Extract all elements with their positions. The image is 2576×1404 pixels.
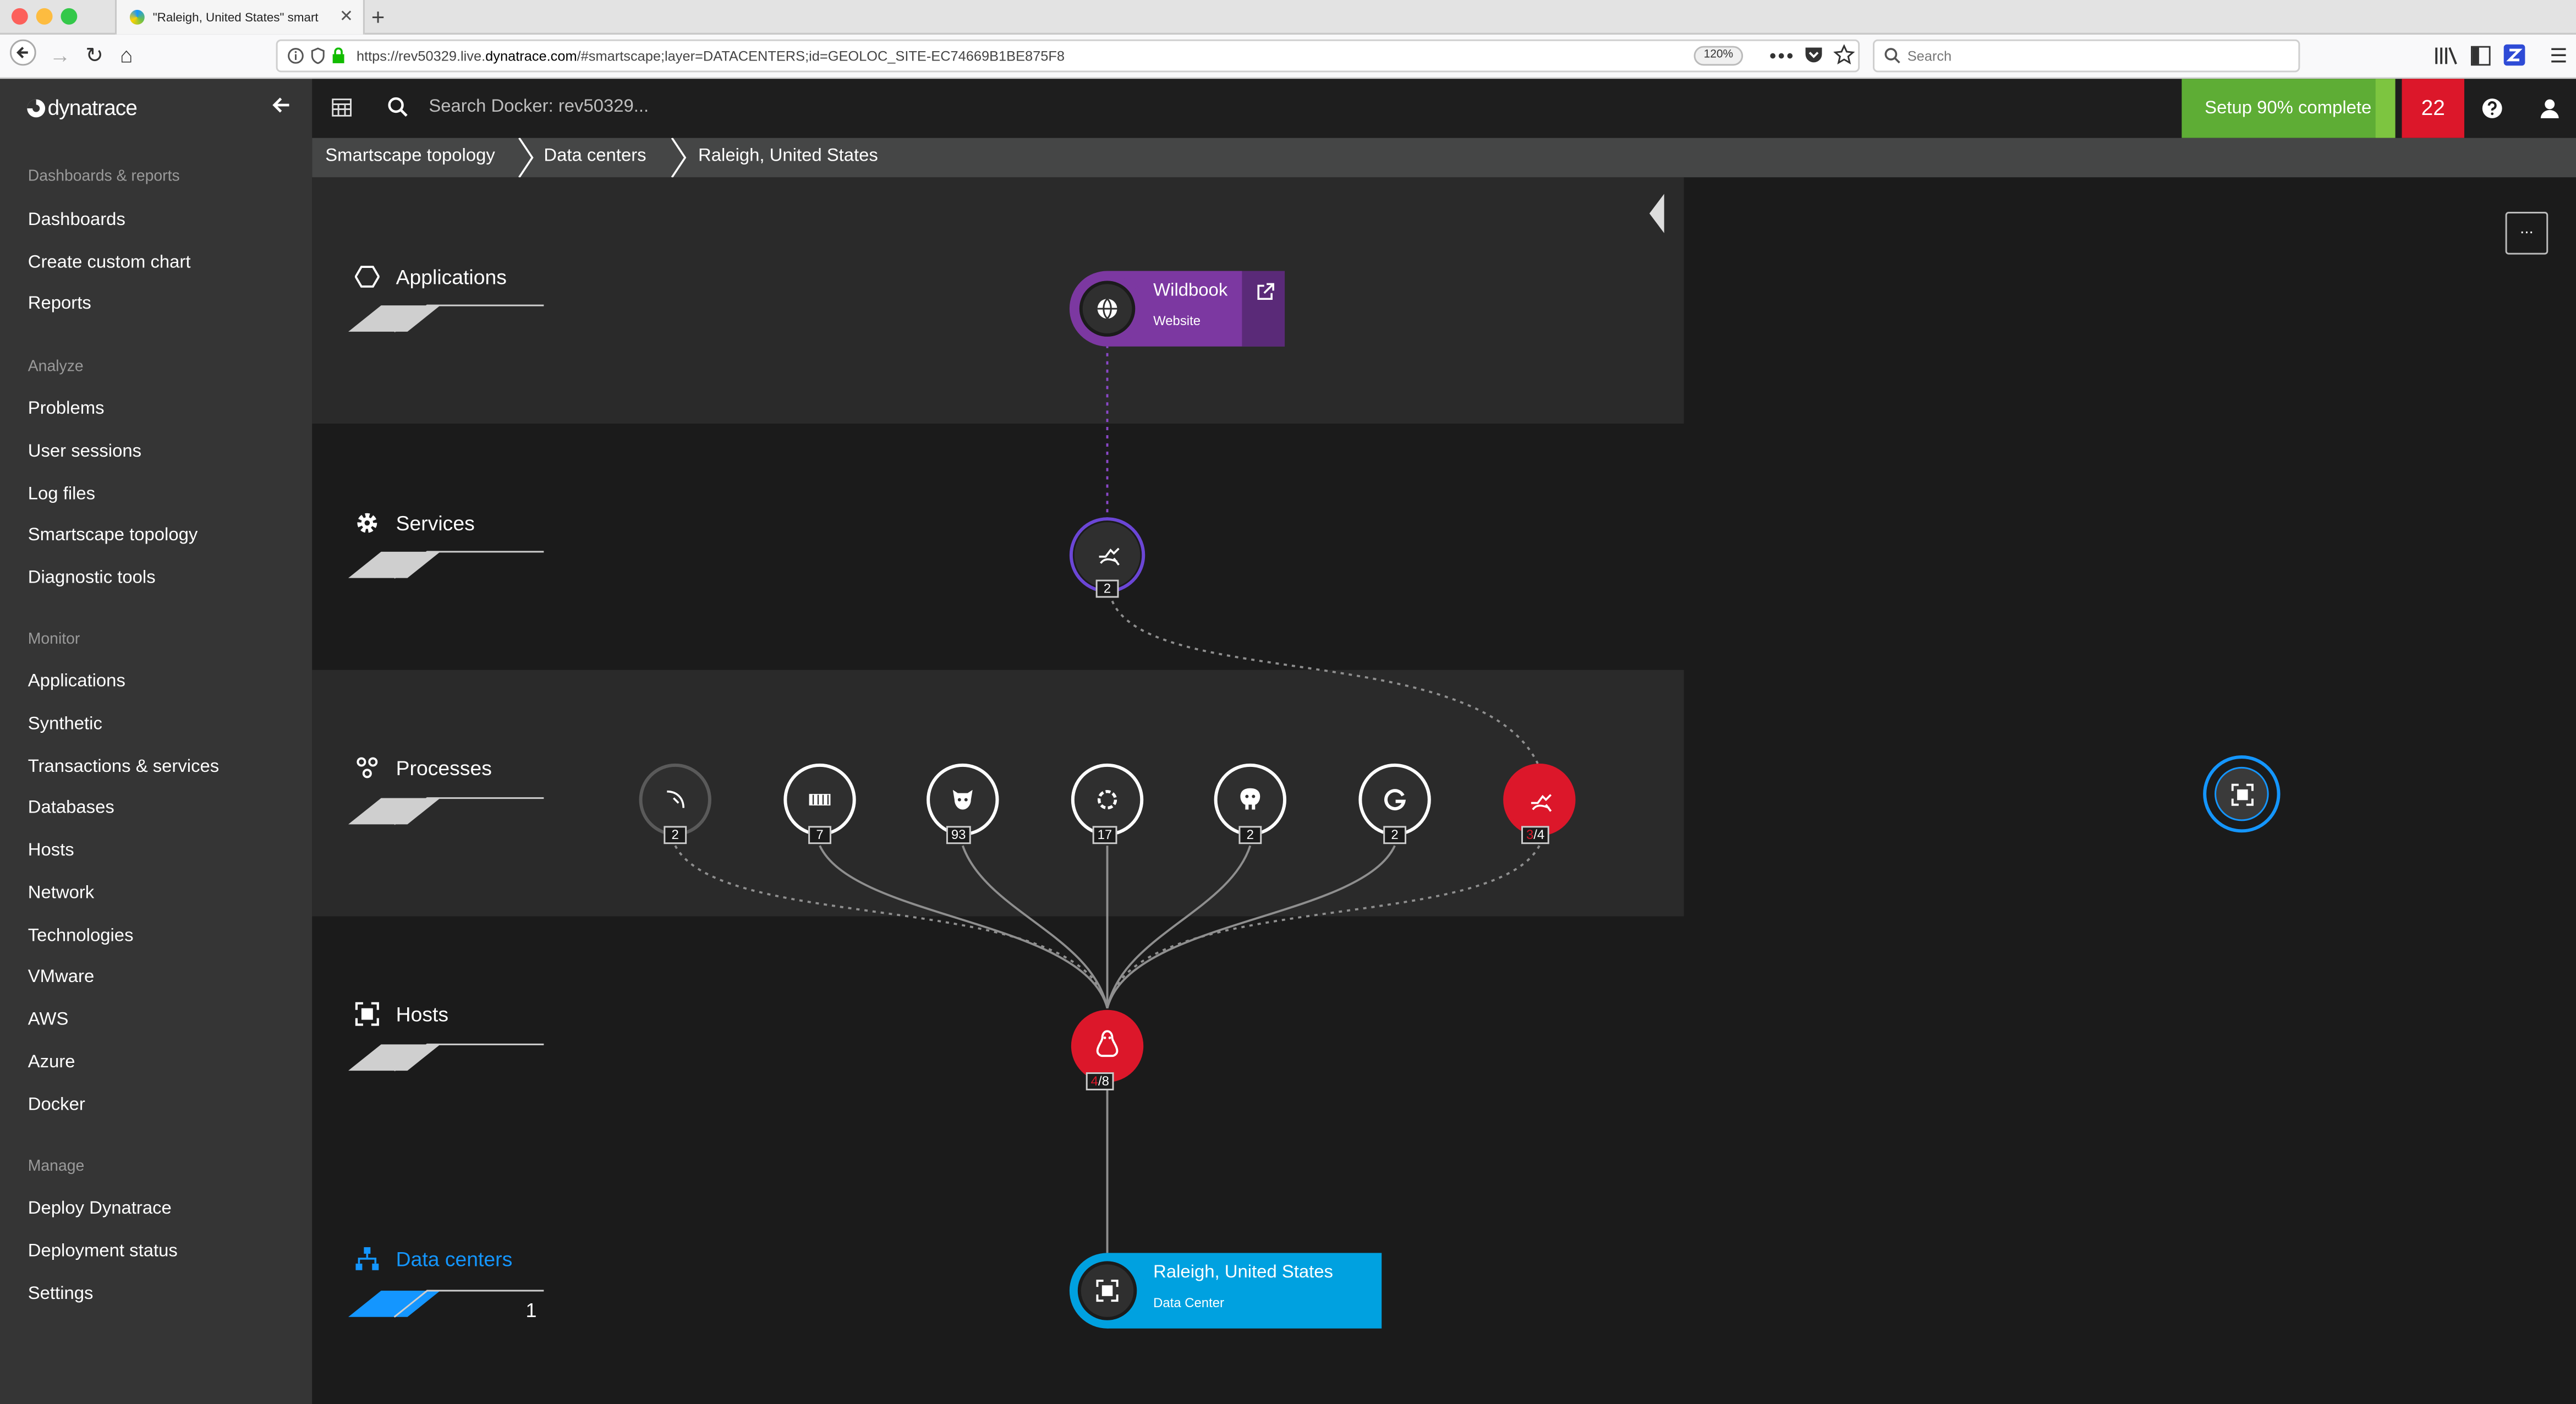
connection-process-host	[1106, 845, 1396, 1009]
service-count-badge: 2	[1095, 579, 1119, 598]
process-count-badge: 2	[664, 826, 687, 844]
host-total-count: /8	[1098, 1074, 1109, 1089]
process-node[interactable]	[1358, 763, 1431, 836]
host-count-badge: 4/8	[1086, 1072, 1114, 1090]
globe-icon	[1097, 298, 1117, 320]
process-node-problem[interactable]	[1503, 763, 1576, 836]
topology-connections	[674, 344, 1541, 1253]
datacenter-host-icon	[1096, 1279, 1119, 1302]
go-process-icon	[1384, 789, 1406, 810]
process-node[interactable]	[1071, 763, 1144, 836]
connection-service-process	[1111, 600, 1539, 764]
tomcat-process-icon	[952, 789, 973, 810]
application-name: Wildbook	[1153, 281, 1228, 301]
external-link-icon[interactable]	[1257, 282, 1275, 300]
process-count-badge: 17	[1092, 826, 1117, 844]
postgres-process-icon	[1240, 788, 1260, 810]
datacenter-node-raleigh[interactable]: Raleigh, United States Data Center	[1069, 1253, 1382, 1329]
datacenter-type: Data Center	[1153, 1296, 1224, 1310]
process-node[interactable]	[783, 763, 856, 836]
service-icon	[1099, 547, 1120, 566]
process-total-count: /4	[1533, 827, 1545, 843]
generic-process-icon	[1097, 789, 1117, 810]
process-node[interactable]	[639, 763, 711, 836]
application-type: Website	[1153, 314, 1201, 328]
process-count-badge: 7	[808, 826, 831, 844]
process-count-badge: 2	[1238, 826, 1262, 844]
selected-host-node[interactable]	[2203, 755, 2281, 833]
process-count-badge: 93	[946, 826, 971, 844]
webserver-process-icon	[1531, 794, 1552, 812]
connection-process-host	[819, 845, 1109, 1009]
memory-process-icon	[809, 794, 831, 806]
process-node[interactable]	[927, 763, 999, 836]
process-count-badge: 2	[1383, 826, 1406, 844]
host-node-problem[interactable]	[1071, 1010, 1144, 1082]
process-count-badge: 3/4	[1521, 826, 1550, 844]
application-node-wildbook[interactable]: Wildbook Website	[1069, 271, 1285, 347]
datacenter-name: Raleigh, United States	[1153, 1263, 1333, 1283]
unknown-process-icon	[667, 790, 684, 808]
linux-tux-icon	[1096, 1030, 1119, 1057]
process-node[interactable]	[1214, 763, 1287, 836]
host-icon	[2231, 783, 2254, 806]
